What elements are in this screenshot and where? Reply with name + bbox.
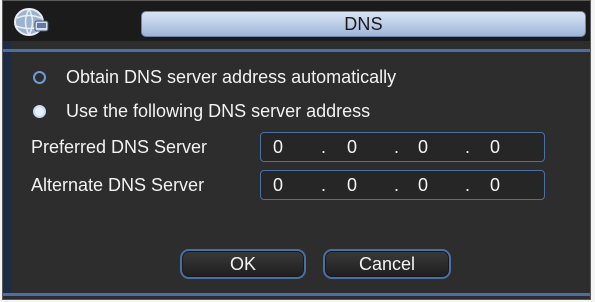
radio-auto-dns-label: Obtain DNS server address automatically	[66, 66, 397, 87]
octet-separator: .	[394, 137, 400, 157]
ok-button[interactable]: OK	[180, 249, 306, 279]
radio-manual-dns-label: Use the following DNS server address	[66, 100, 371, 121]
octet-separator: .	[465, 175, 471, 195]
preferred-octet-4[interactable]: 0	[490, 133, 500, 161]
preferred-octet-2[interactable]: 0	[347, 133, 357, 161]
octet-separator: .	[394, 175, 400, 195]
cancel-button[interactable]: Cancel	[323, 249, 451, 279]
preferred-dns-input[interactable]: 0 . 0 . 0 . 0	[260, 132, 545, 162]
radio-manual-dns[interactable]: Use the following DNS server address	[33, 99, 370, 123]
network-globe-icon	[9, 4, 53, 40]
dns-dialog: DNS Obtain DNS server address automatica…	[2, 0, 591, 300]
top-divider	[3, 49, 590, 52]
radio-button-unselected[interactable]	[33, 70, 46, 84]
bottom-divider	[3, 293, 590, 296]
title-bar: DNS	[3, 1, 590, 41]
alternate-octet-1[interactable]: 0	[273, 171, 283, 199]
dialog-title: DNS	[141, 11, 586, 37]
alternate-octet-3[interactable]: 0	[418, 171, 428, 199]
octet-separator: .	[321, 175, 327, 195]
alternate-dns-input[interactable]: 0 . 0 . 0 . 0	[260, 170, 545, 200]
octet-separator: .	[321, 137, 327, 157]
radio-auto-dns[interactable]: Obtain DNS server address automatically	[33, 65, 396, 89]
preferred-dns-label: Preferred DNS Server	[31, 137, 208, 157]
preferred-octet-3[interactable]: 0	[418, 133, 428, 161]
alternate-octet-4[interactable]: 0	[490, 171, 500, 199]
alternate-dns-label: Alternate DNS Server	[31, 175, 205, 195]
left-edge-bar	[3, 41, 11, 296]
preferred-octet-1[interactable]: 0	[273, 133, 283, 161]
alternate-octet-2[interactable]: 0	[347, 171, 357, 199]
radio-button-selected[interactable]	[33, 104, 46, 118]
octet-separator: .	[465, 137, 471, 157]
